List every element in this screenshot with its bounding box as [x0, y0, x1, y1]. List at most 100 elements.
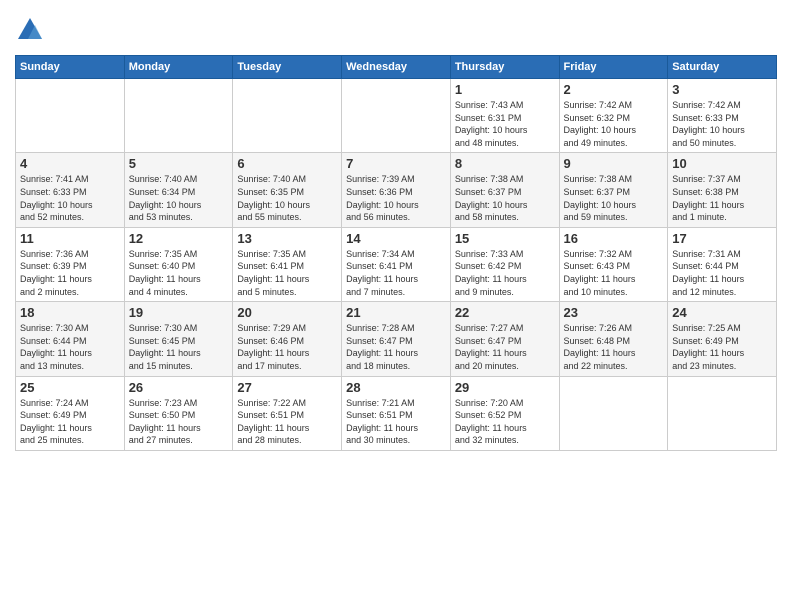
day-info: Sunrise: 7:27 AM Sunset: 6:47 PM Dayligh…	[455, 322, 555, 372]
day-number: 20	[237, 305, 337, 320]
calendar-header-row: SundayMondayTuesdayWednesdayThursdayFrid…	[16, 56, 777, 79]
calendar-header-cell: Sunday	[16, 56, 125, 79]
calendar-header-cell: Friday	[559, 56, 668, 79]
calendar-day-cell: 23Sunrise: 7:26 AM Sunset: 6:48 PM Dayli…	[559, 302, 668, 376]
calendar-day-cell: 21 Sunrise: 7:28 AM Sunset: 6:47 PM Dayli…	[342, 302, 451, 376]
day-number: 12	[129, 231, 229, 246]
day-info: Sunrise: 7:36 AM Sunset: 6:39 PM Dayligh…	[20, 248, 120, 298]
day-number: 11	[20, 231, 120, 246]
calendar-week-row: 11 Sunrise: 7:36 AM Sunset: 6:39 PM Dayli…	[16, 227, 777, 301]
day-info: Sunrise: 7:42 AM Sunset: 6:32 PM Dayligh…	[564, 99, 664, 149]
day-number: 3	[672, 82, 772, 97]
day-number: 15	[455, 231, 555, 246]
calendar-day-cell: 10 Sunrise: 7:37 AM Sunset: 6:38 PM Dayli…	[668, 153, 777, 227]
logo	[15, 15, 49, 45]
calendar-week-row: 18 Sunrise: 7:30 AM Sunset: 6:44 PM Dayli…	[16, 302, 777, 376]
day-info: Sunrise: 7:42 AM Sunset: 6:33 PM Dayligh…	[672, 99, 772, 149]
calendar-day-cell: 5 Sunrise: 7:40 AM Sunset: 6:34 PM Daylig…	[124, 153, 233, 227]
day-number: 5	[129, 156, 229, 171]
calendar-day-cell	[124, 79, 233, 153]
day-info: Sunrise: 7:23 AM Sunset: 6:50 PM Dayligh…	[129, 397, 229, 447]
calendar-week-row: 1Sunrise: 7:43 AM Sunset: 6:31 PM Daylig…	[16, 79, 777, 153]
calendar-header-cell: Thursday	[450, 56, 559, 79]
calendar-day-cell: 16Sunrise: 7:32 AM Sunset: 6:43 PM Dayli…	[559, 227, 668, 301]
calendar: SundayMondayTuesdayWednesdayThursdayFrid…	[15, 55, 777, 451]
calendar-header-cell: Monday	[124, 56, 233, 79]
calendar-week-row: 4 Sunrise: 7:41 AM Sunset: 6:33 PM Daylig…	[16, 153, 777, 227]
calendar-day-cell: 2 Sunrise: 7:42 AM Sunset: 6:32 PM Daylig…	[559, 79, 668, 153]
day-info: Sunrise: 7:30 AM Sunset: 6:45 PM Dayligh…	[129, 322, 229, 372]
calendar-day-cell: 11 Sunrise: 7:36 AM Sunset: 6:39 PM Dayli…	[16, 227, 125, 301]
day-info: Sunrise: 7:30 AM Sunset: 6:44 PM Dayligh…	[20, 322, 120, 372]
day-info: Sunrise: 7:40 AM Sunset: 6:34 PM Dayligh…	[129, 173, 229, 223]
calendar-day-cell: 17 Sunrise: 7:31 AM Sunset: 6:44 PM Dayli…	[668, 227, 777, 301]
calendar-day-cell	[668, 376, 777, 450]
day-info: Sunrise: 7:38 AM Sunset: 6:37 PM Dayligh…	[564, 173, 664, 223]
day-info: Sunrise: 7:34 AM Sunset: 6:41 PM Dayligh…	[346, 248, 446, 298]
day-number: 29	[455, 380, 555, 395]
day-info: Sunrise: 7:40 AM Sunset: 6:35 PM Dayligh…	[237, 173, 337, 223]
calendar-day-cell: 12 Sunrise: 7:35 AM Sunset: 6:40 PM Dayli…	[124, 227, 233, 301]
calendar-day-cell: 25 Sunrise: 7:24 AM Sunset: 6:49 PM Dayli…	[16, 376, 125, 450]
calendar-day-cell: 13 Sunrise: 7:35 AM Sunset: 6:41 PM Dayli…	[233, 227, 342, 301]
calendar-day-cell: 9 Sunrise: 7:38 AM Sunset: 6:37 PM Daylig…	[559, 153, 668, 227]
day-info: Sunrise: 7:21 AM Sunset: 6:51 PM Dayligh…	[346, 397, 446, 447]
calendar-day-cell: 27Sunrise: 7:22 AM Sunset: 6:51 PM Dayli…	[233, 376, 342, 450]
calendar-day-cell: 4 Sunrise: 7:41 AM Sunset: 6:33 PM Daylig…	[16, 153, 125, 227]
day-number: 27	[237, 380, 337, 395]
day-number: 13	[237, 231, 337, 246]
calendar-day-cell: 24 Sunrise: 7:25 AM Sunset: 6:49 PM Dayli…	[668, 302, 777, 376]
calendar-header-cell: Wednesday	[342, 56, 451, 79]
calendar-day-cell: 8Sunrise: 7:38 AM Sunset: 6:37 PM Daylig…	[450, 153, 559, 227]
day-number: 25	[20, 380, 120, 395]
day-number: 26	[129, 380, 229, 395]
day-info: Sunrise: 7:29 AM Sunset: 6:46 PM Dayligh…	[237, 322, 337, 372]
calendar-day-cell: 20 Sunrise: 7:29 AM Sunset: 6:46 PM Dayli…	[233, 302, 342, 376]
day-number: 24	[672, 305, 772, 320]
day-info: Sunrise: 7:28 AM Sunset: 6:47 PM Dayligh…	[346, 322, 446, 372]
day-info: Sunrise: 7:41 AM Sunset: 6:33 PM Dayligh…	[20, 173, 120, 223]
day-number: 17	[672, 231, 772, 246]
day-info: Sunrise: 7:26 AM Sunset: 6:48 PM Dayligh…	[564, 322, 664, 372]
day-number: 16	[564, 231, 664, 246]
day-info: Sunrise: 7:31 AM Sunset: 6:44 PM Dayligh…	[672, 248, 772, 298]
day-number: 7	[346, 156, 446, 171]
day-info: Sunrise: 7:37 AM Sunset: 6:38 PM Dayligh…	[672, 173, 772, 223]
calendar-day-cell: 7 Sunrise: 7:39 AM Sunset: 6:36 PM Daylig…	[342, 153, 451, 227]
logo-icon	[15, 15, 45, 45]
day-info: Sunrise: 7:35 AM Sunset: 6:41 PM Dayligh…	[237, 248, 337, 298]
calendar-day-cell: 26 Sunrise: 7:23 AM Sunset: 6:50 PM Dayli…	[124, 376, 233, 450]
calendar-day-cell: 28 Sunrise: 7:21 AM Sunset: 6:51 PM Dayli…	[342, 376, 451, 450]
calendar-header-cell: Saturday	[668, 56, 777, 79]
day-info: Sunrise: 7:39 AM Sunset: 6:36 PM Dayligh…	[346, 173, 446, 223]
calendar-day-cell: 15 Sunrise: 7:33 AM Sunset: 6:42 PM Dayli…	[450, 227, 559, 301]
calendar-day-cell: 1Sunrise: 7:43 AM Sunset: 6:31 PM Daylig…	[450, 79, 559, 153]
calendar-day-cell	[16, 79, 125, 153]
day-number: 2	[564, 82, 664, 97]
calendar-day-cell: 22 Sunrise: 7:27 AM Sunset: 6:47 PM Dayli…	[450, 302, 559, 376]
day-number: 28	[346, 380, 446, 395]
day-info: Sunrise: 7:24 AM Sunset: 6:49 PM Dayligh…	[20, 397, 120, 447]
day-number: 22	[455, 305, 555, 320]
calendar-week-row: 25 Sunrise: 7:24 AM Sunset: 6:49 PM Dayli…	[16, 376, 777, 450]
calendar-header-cell: Tuesday	[233, 56, 342, 79]
day-number: 9	[564, 156, 664, 171]
day-number: 21	[346, 305, 446, 320]
day-number: 14	[346, 231, 446, 246]
day-info: Sunrise: 7:20 AM Sunset: 6:52 PM Dayligh…	[455, 397, 555, 447]
day-number: 18	[20, 305, 120, 320]
day-number: 10	[672, 156, 772, 171]
calendar-day-cell: 6Sunrise: 7:40 AM Sunset: 6:35 PM Daylig…	[233, 153, 342, 227]
day-number: 1	[455, 82, 555, 97]
day-info: Sunrise: 7:33 AM Sunset: 6:42 PM Dayligh…	[455, 248, 555, 298]
day-number: 19	[129, 305, 229, 320]
calendar-day-cell: 3 Sunrise: 7:42 AM Sunset: 6:33 PM Daylig…	[668, 79, 777, 153]
calendar-day-cell	[342, 79, 451, 153]
day-info: Sunrise: 7:35 AM Sunset: 6:40 PM Dayligh…	[129, 248, 229, 298]
day-number: 4	[20, 156, 120, 171]
calendar-body: 1Sunrise: 7:43 AM Sunset: 6:31 PM Daylig…	[16, 79, 777, 451]
calendar-day-cell: 19 Sunrise: 7:30 AM Sunset: 6:45 PM Dayli…	[124, 302, 233, 376]
day-info: Sunrise: 7:25 AM Sunset: 6:49 PM Dayligh…	[672, 322, 772, 372]
day-number: 8	[455, 156, 555, 171]
calendar-day-cell	[233, 79, 342, 153]
